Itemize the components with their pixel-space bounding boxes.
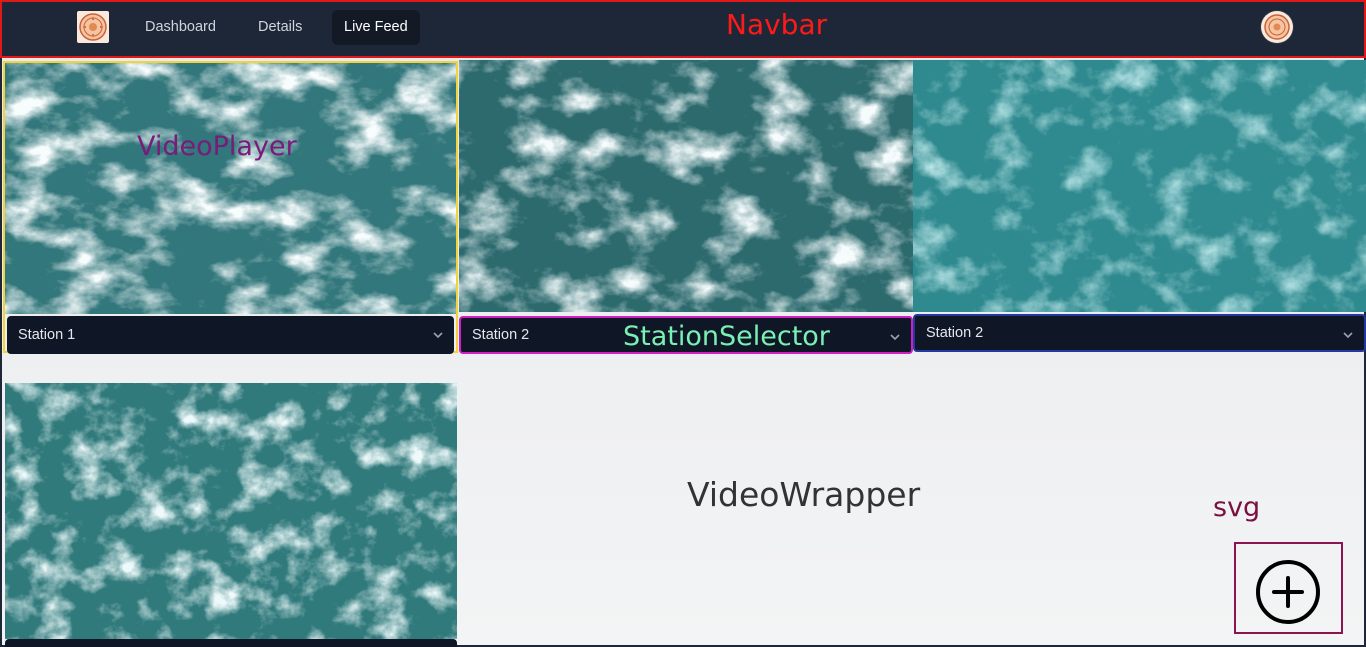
station-selector[interactable]: Station 2 [913, 314, 1366, 352]
video-player-1: Station 1 [3, 61, 458, 354]
nav-dashboard[interactable]: Dashboard [133, 10, 228, 45]
annotation-video-wrapper: VideoWrapper [687, 475, 921, 514]
add-video-button[interactable] [1234, 542, 1343, 634]
chevron-down-icon [890, 334, 900, 341]
annotation-video-player: VideoPlayer [137, 131, 297, 162]
chevron-down-icon [433, 332, 443, 339]
chevron-down-icon [1343, 332, 1353, 339]
nav-details[interactable]: Details [246, 10, 314, 45]
video-player-3: Station 2 [913, 60, 1366, 352]
video-player-2: Station 2 [459, 60, 913, 354]
video-frame[interactable] [5, 63, 456, 314]
video-frame[interactable] [5, 383, 457, 639]
avatar[interactable] [1261, 11, 1293, 43]
annotation-svg: svg [1213, 492, 1261, 523]
annotation-station-selector: StationSelector [623, 321, 830, 352]
station-selector-value: Station 2 [926, 325, 984, 341]
navbar: Dashboard Details Live Feed Navbar [0, 0, 1366, 58]
emblem-icon [1264, 14, 1290, 40]
station-selector[interactable] [5, 639, 457, 647]
plus-circle-icon [1256, 560, 1320, 624]
station-selector[interactable]: Station 1 [7, 316, 454, 354]
annotation-navbar: Navbar [726, 8, 828, 41]
nav-live-feed[interactable]: Live Feed [332, 10, 420, 45]
video-frame[interactable] [459, 60, 913, 312]
station-selector-value: Station 1 [18, 327, 76, 343]
video-player-4 [5, 383, 457, 647]
station-selector-value: Station 2 [472, 327, 530, 343]
emblem-icon[interactable] [77, 11, 109, 43]
video-frame[interactable] [913, 60, 1366, 312]
